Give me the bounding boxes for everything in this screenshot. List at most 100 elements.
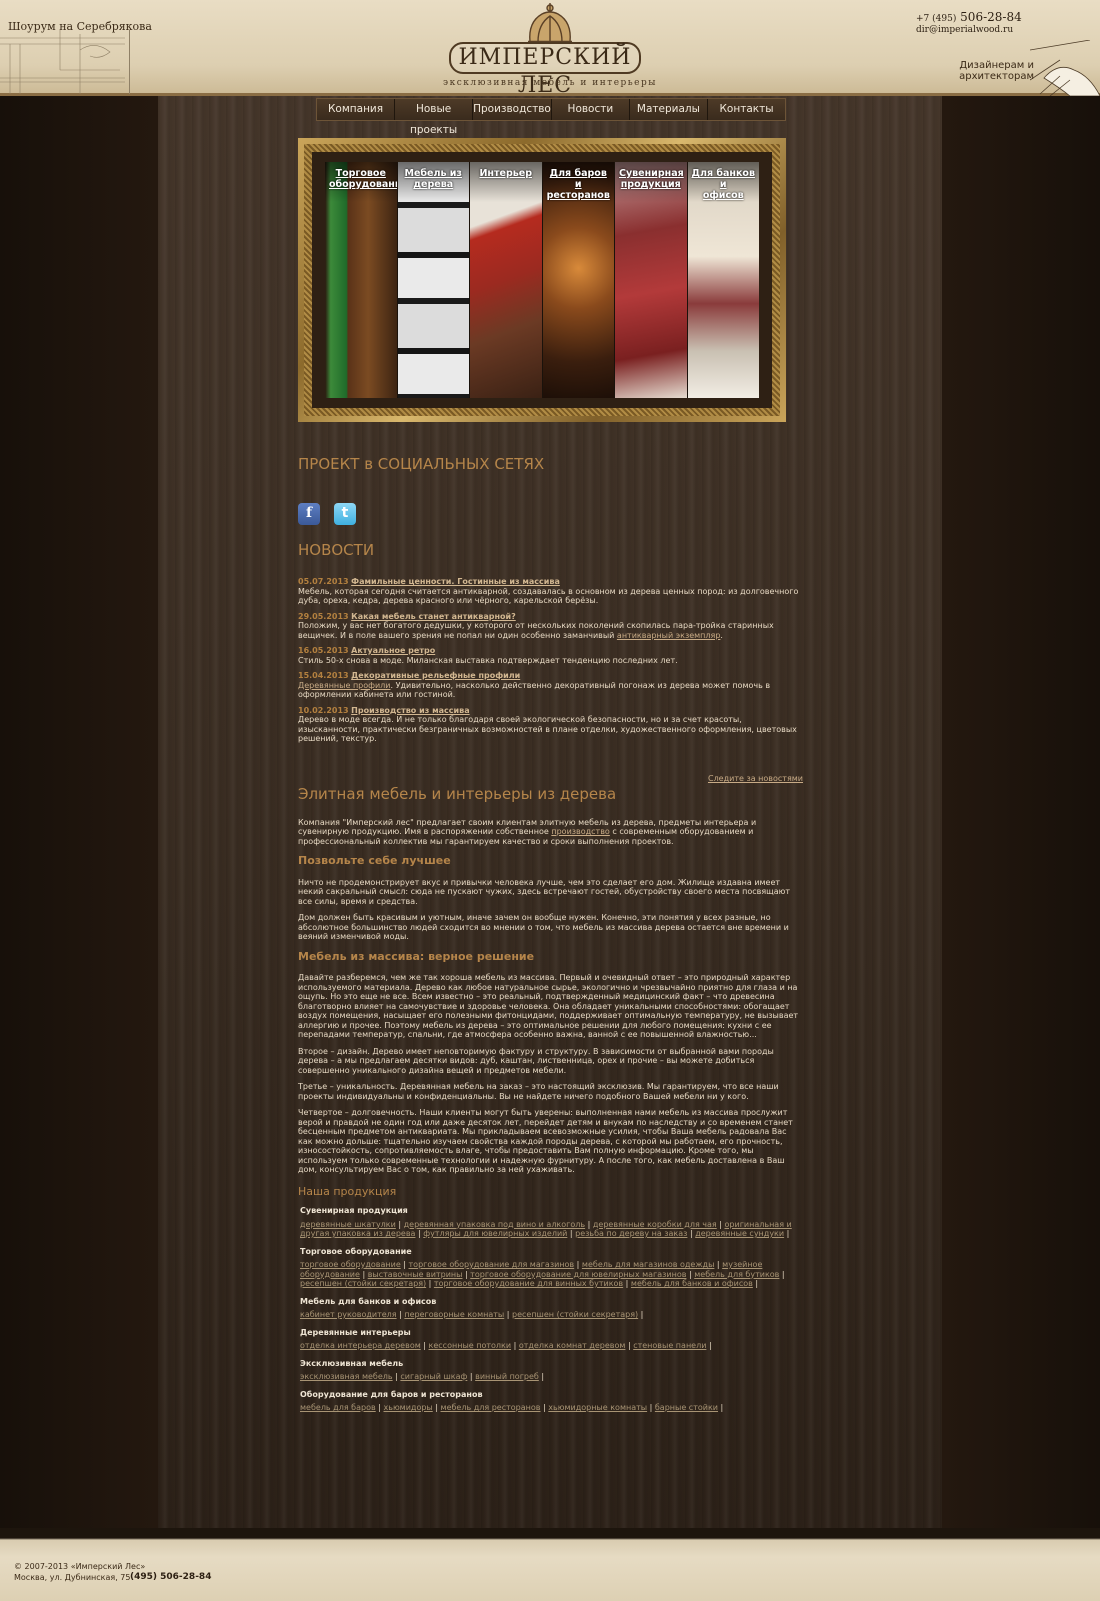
news-link[interactable]: Производство из массива xyxy=(351,706,469,715)
twitter-icon[interactable]: t xyxy=(334,503,356,525)
caption-line1: Торговое xyxy=(335,168,386,179)
category-gallery: Торговое оборудование Мебель из дерева И… xyxy=(298,138,786,422)
solid-heading: Мебель из массива: верное решение xyxy=(298,949,535,963)
news-date: 29.05.2013 xyxy=(298,611,349,621)
nav-production[interactable]: Производство xyxy=(473,99,552,120)
copyright: © 2007-2013 «Имперский Лес» xyxy=(14,1562,146,1571)
news-link[interactable]: Какая мебель станет антикварной? xyxy=(351,612,516,621)
product-links: торговое оборудование | торговое оборудо… xyxy=(300,1260,785,1288)
designers-line2: архитекторам xyxy=(959,71,1034,82)
product-link[interactable]: винный погреб xyxy=(475,1372,539,1381)
news-link[interactable]: Фамильные ценности. Гостинные из массива xyxy=(351,577,560,586)
product-link[interactable]: деревянная упаковка под вино и алкоголь xyxy=(404,1220,585,1229)
product-link[interactable]: отделка комнат деревом xyxy=(519,1341,626,1350)
caption-line1: Для баров и xyxy=(549,168,607,190)
caption-line2: офисов xyxy=(702,190,744,201)
gallery-panel-trade[interactable]: Торговое оборудование xyxy=(325,162,398,398)
gallery-panel-wood-furniture[interactable]: Мебель из дерева xyxy=(397,162,470,398)
product-link[interactable]: деревянные шкатулки xyxy=(300,1220,396,1229)
news-link[interactable]: Декоративные рельефные профили xyxy=(351,671,520,680)
product-link[interactable]: ресепшен (стойки секретаря) xyxy=(512,1310,638,1319)
nav-company[interactable]: Компания xyxy=(317,99,396,120)
product-links: эксклюзивная мебель | сигарный шкаф | ви… xyxy=(300,1372,545,1381)
product-link[interactable]: переговорные комнаты xyxy=(404,1310,504,1319)
production-link[interactable]: производство xyxy=(551,827,609,836)
gallery-panel-interior[interactable]: Интерьер xyxy=(470,162,543,398)
product-link[interactable]: деревянные сундуки xyxy=(695,1229,784,1238)
nav-contacts[interactable]: Контакты xyxy=(708,99,785,120)
product-link[interactable]: хьюмидорные комнаты xyxy=(548,1403,647,1412)
news-date: 10.02.2013 xyxy=(298,705,349,715)
product-link[interactable]: кессонные потолки xyxy=(429,1341,512,1350)
product-link[interactable]: мебель для бутиков xyxy=(694,1270,779,1279)
showroom-link[interactable]: Шоурум на Серебрякова xyxy=(8,20,152,33)
left-side-panel xyxy=(0,96,158,1528)
about-paragraph: Дом должен быть красивым и уютным, иначе… xyxy=(298,913,789,941)
product-link[interactable]: резьба по дереву на заказ xyxy=(575,1229,687,1238)
news-more-link[interactable]: Следите за новостями xyxy=(708,774,803,784)
product-link[interactable]: ресепшен (стойки секретаря) xyxy=(300,1279,426,1288)
gallery-mat: Торговое оборудование Мебель из дерева И… xyxy=(312,152,772,408)
product-category: Торговое оборудование торговое оборудован… xyxy=(298,1247,803,1289)
product-link[interactable]: барные стойки xyxy=(655,1403,718,1412)
product-link[interactable]: отделка интерьера деревом xyxy=(300,1341,421,1350)
product-category-name: Мебель для банков и офисов xyxy=(300,1296,437,1306)
facebook-icon[interactable]: f xyxy=(298,503,320,525)
product-category: Мебель для банков и офисов кабинет руково… xyxy=(298,1297,803,1320)
social-title: ПРОЕКТ в СОЦИАЛЬНЫХ СЕТЯХ xyxy=(298,455,545,473)
product-links: кабинет руководителя | переговорные комн… xyxy=(300,1310,644,1319)
nav-new-projects[interactable]: Новые проекты xyxy=(395,99,474,136)
product-link[interactable]: кабинет руководителя xyxy=(300,1310,397,1319)
right-side-panel xyxy=(942,96,1100,1528)
news-link[interactable]: Актуальное ретро xyxy=(351,646,435,655)
product-link[interactable]: сигарный шкаф xyxy=(400,1372,467,1381)
gallery-panel-banks[interactable]: Для банков и офисов xyxy=(687,162,759,398)
product-link[interactable]: мебель для ресторанов xyxy=(441,1403,541,1412)
product-link[interactable]: стеновые панели xyxy=(633,1341,706,1350)
about-paragraph: Четвертое – долговечность. Наши клиенты … xyxy=(298,1108,793,1174)
architecture-sketch-icon xyxy=(0,30,130,94)
product-link[interactable]: хьюмидоры xyxy=(384,1403,433,1412)
news-item: 15.04.2013 Декоративные рельефные профил… xyxy=(298,671,803,700)
product-link[interactable]: торговое оборудование xyxy=(300,1260,401,1269)
product-link[interactable]: торговое оборудование для магазинов xyxy=(409,1260,575,1269)
nav-news[interactable]: Новости xyxy=(552,99,630,120)
news-text: Дерево в моде всегда. И не только благод… xyxy=(298,715,797,743)
news-text: Стиль 50-х снова в моде. Миланская выста… xyxy=(298,655,678,665)
gallery-panel-bars[interactable]: Для баров и ресторанов xyxy=(542,162,615,398)
product-category-name: Деревянные интерьеры xyxy=(300,1327,411,1337)
caption-line2: ресторанов xyxy=(546,190,610,201)
news-title: НОВОСТИ xyxy=(298,541,375,559)
footer-phone: (495) 506-28-84 xyxy=(130,1572,212,1582)
gallery-panel-souvenir[interactable]: Сувенирная продукция xyxy=(615,162,688,398)
product-link[interactable]: мебель для баров xyxy=(300,1403,376,1412)
product-link[interactable]: выставочные витрины xyxy=(368,1270,463,1279)
news-text-wrap: Положим, у вас нет богатого дедушки, у к… xyxy=(298,621,803,640)
product-link[interactable]: деревянные коробки для чая xyxy=(593,1220,717,1229)
product-link[interactable]: эксклюзивная мебель xyxy=(300,1372,393,1381)
product-link[interactable]: торговое оборудование для винных бутиков xyxy=(434,1279,623,1288)
site-logo[interactable]: ИМПЕРСКИЙ ЛЕС эксклюзивная мебель и инте… xyxy=(443,0,655,98)
product-category: Эксклюзивная мебель эксклюзивная мебель |… xyxy=(298,1359,803,1382)
gallery-caption: Интерьер xyxy=(470,168,542,179)
about-paragraph: Давайте разберемся, чем же так хороша ме… xyxy=(298,973,799,1039)
phone-code: +7 (495) xyxy=(916,14,957,24)
product-link[interactable]: футляры для ювелирных изделий xyxy=(423,1229,567,1238)
logo-tagline: эксклюзивная мебель и интерьеры xyxy=(443,78,657,88)
product-category-name: Оборудование для баров и ресторанов xyxy=(300,1389,483,1399)
designers-link[interactable]: Дизайнерам и архитекторам xyxy=(930,60,1034,82)
news-tail: . xyxy=(720,630,723,640)
about-section: Элитная мебель и интерьеры из дерева Ком… xyxy=(298,787,803,1421)
news-date: 05.07.2013 xyxy=(298,577,349,586)
phone-number: 506-28-84 xyxy=(960,10,1022,24)
product-link[interactable]: торговое оборудование для ювелирных мага… xyxy=(470,1270,686,1279)
header-email[interactable]: dir@imperialwood.ru xyxy=(916,25,1013,35)
site-footer: © 2007-2013 «Имперский Лес» Москва, ул. … xyxy=(0,1528,1100,1601)
nav-materials[interactable]: Материалы xyxy=(630,99,708,120)
product-links: деревянные шкатулки | деревянная упаковк… xyxy=(300,1219,792,1239)
best-heading: Позвольте себе лучшее xyxy=(298,854,451,867)
profiles-link[interactable]: Деревянные профили xyxy=(298,681,391,690)
product-link[interactable]: мебель для банков и офисов xyxy=(631,1279,753,1288)
antique-link[interactable]: антикварный экземпляр xyxy=(617,631,720,640)
product-link[interactable]: мебель для магазинов одежды xyxy=(582,1260,714,1269)
